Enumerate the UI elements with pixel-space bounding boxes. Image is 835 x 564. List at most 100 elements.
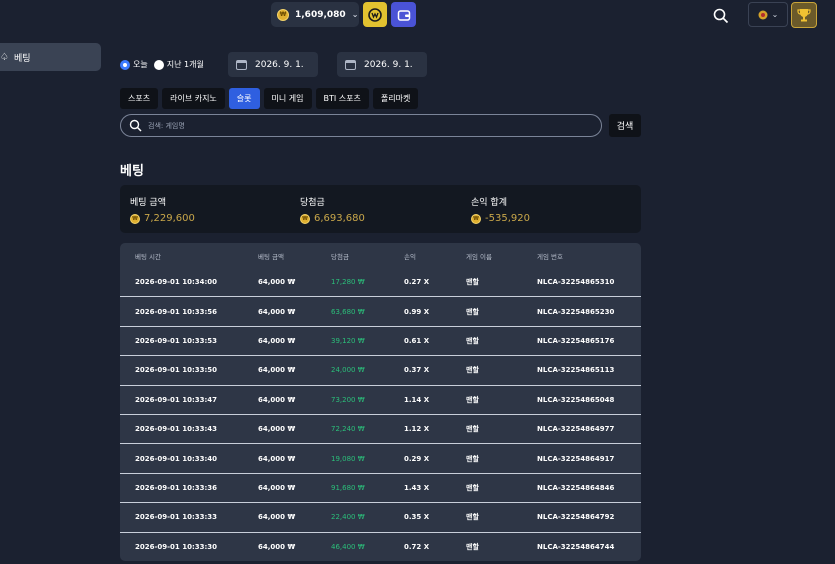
- sidebar-item-betting[interactable]: ♤ 베팅: [0, 43, 101, 71]
- column-header: 베팅 금액: [258, 252, 284, 261]
- cell-winnings: 72,240 ₩: [331, 425, 365, 434]
- table-row[interactable]: 2026-09-01 10:33:33 64,000 ₩ 22,400 ₩ 0.35 …: [120, 503, 641, 533]
- cell-bet-amount: 64,000 ₩: [258, 454, 296, 463]
- table-body: 2026-09-01 10:34:00 64,000 ₩ 17,280 ₩ 0.27 …: [120, 268, 641, 561]
- table-row[interactable]: 2026-09-01 10:33:56 64,000 ₩ 63,680 ₩ 0.99 …: [120, 297, 641, 327]
- cell-game-number: NLCA-32254864744: [537, 543, 615, 552]
- cell-profit-loss: 0.99 X: [404, 307, 430, 316]
- cell-winnings: 63,680 ₩: [331, 307, 365, 316]
- reward-icon: [368, 7, 382, 22]
- bet-history-table: 베팅 시간 베팅 금액 당첨금 손익 게임 이름 게임 번호 2026-09-0…: [120, 243, 641, 561]
- language-dropdown[interactable]: ⌄: [748, 2, 788, 27]
- radio-last-month-label[interactable]: 지난 1개월: [167, 59, 204, 70]
- balance-dropdown[interactable]: ₩ 1,609,080 ⌄: [271, 2, 359, 27]
- cell-bet-time: 2026-09-01 10:33:43: [135, 425, 218, 434]
- cell-winnings: 24,000 ₩: [331, 366, 365, 375]
- table-row[interactable]: 2026-09-01 10:33:47 64,000 ₩ 73,200 ₩ 1.14 …: [120, 386, 641, 415]
- column-header: 게임 번호: [537, 252, 563, 261]
- summary-label: 베팅 금액: [130, 198, 166, 208]
- cell-game-name: 맨할: [466, 336, 479, 345]
- cell-bet-amount: 64,000 ₩: [258, 425, 296, 434]
- cell-winnings: 39,120 ₩: [331, 336, 365, 345]
- cell-profit-loss: 1.43 X: [404, 483, 430, 492]
- sidebar-item-label: 베팅: [13, 53, 31, 64]
- table-row[interactable]: 2026-09-01 10:33:43 64,000 ₩ 72,240 ₩ 1.12 …: [120, 415, 641, 445]
- wallet-button[interactable]: [391, 2, 416, 27]
- cell-profit-loss: 0.61 X: [404, 336, 430, 345]
- cell-game-number: NLCA-32254864977: [537, 425, 615, 434]
- cell-game-number: NLCA-32254865176: [537, 336, 615, 345]
- search-button[interactable]: [712, 7, 730, 25]
- coin-icon: ₩: [130, 213, 140, 224]
- table-row[interactable]: 2026-09-01 10:34:00 64,000 ₩ 17,280 ₩ 0.27 …: [120, 268, 641, 298]
- cell-game-name: 맨할: [466, 513, 479, 522]
- wallet-icon: [397, 9, 410, 21]
- trophy-button[interactable]: [791, 2, 817, 28]
- cell-winnings: 91,680 ₩: [331, 483, 365, 492]
- table-row[interactable]: 2026-09-01 10:33:36 64,000 ₩ 91,680 ₩ 1.43 …: [120, 474, 641, 504]
- summary-winnings: 당첨금 ₩6,693,680: [300, 195, 365, 224]
- cell-bet-amount: 64,000 ₩: [258, 366, 296, 375]
- cell-game-name: 맨할: [466, 483, 479, 492]
- table-header: 베팅 시간 베팅 금액 당첨금 손익 게임 이름 게임 번호: [120, 243, 641, 268]
- cell-bet-amount: 64,000 ₩: [258, 278, 296, 287]
- cell-winnings: 46,400 ₩: [331, 543, 365, 552]
- balance-amount: 1,609,080: [295, 9, 346, 20]
- summary-label: 손익 합계: [471, 198, 507, 208]
- tab-live-casino[interactable]: 라이브 카지노: [162, 88, 225, 109]
- search-icon: [129, 119, 142, 132]
- search-field: [120, 114, 602, 137]
- calendar-icon: [345, 59, 356, 70]
- page-title: 베팅: [120, 164, 144, 179]
- tab-polymarket[interactable]: 폴리마켓: [372, 88, 419, 109]
- tab-bti-sports[interactable]: BTI 스포츠: [315, 88, 369, 109]
- reward-button[interactable]: [363, 2, 387, 27]
- cell-profit-loss: 1.12 X: [404, 425, 430, 434]
- column-header: 당첨금: [331, 252, 349, 261]
- cell-game-number: NLCA-32254864917: [537, 454, 615, 463]
- cell-winnings: 73,200 ₩: [331, 395, 365, 404]
- tab-mini-game[interactable]: 미니 게임: [263, 88, 312, 109]
- cell-bet-time: 2026-09-01 10:33:50: [135, 366, 218, 375]
- cell-bet-time: 2026-09-01 10:33:53: [135, 336, 218, 345]
- cell-winnings: 19,080 ₩: [331, 454, 365, 463]
- cell-winnings: 17,280 ₩: [331, 278, 365, 287]
- summary-profit-loss: 손익 합계 ₩ -535,920: [471, 195, 530, 224]
- coin-icon: ₩: [300, 213, 310, 224]
- cell-bet-time: 2026-09-01 10:33:33: [135, 513, 218, 522]
- search-submit-button[interactable]: 검색: [609, 114, 641, 137]
- summary-value: -535,920: [485, 213, 530, 224]
- summary-panel: 베팅 금액 ₩7,229,600 당첨금 ₩6,693,680 손익 합계 ₩ -…: [120, 185, 641, 233]
- table-row[interactable]: 2026-09-01 10:33:30 64,000 ₩ 46,400 ₩ 0.72 …: [120, 533, 641, 561]
- table-row[interactable]: 2026-09-01 10:33:50 64,000 ₩ 24,000 ₩ 0.37 …: [120, 356, 641, 386]
- cell-game-name: 맨할: [466, 543, 479, 552]
- date-to-input[interactable]: 2026. 9. 1.: [337, 52, 427, 77]
- summary-bet-amount: 베팅 금액 ₩7,229,600: [130, 195, 195, 224]
- tab-sports[interactable]: 스포츠: [120, 88, 159, 109]
- cell-game-name: 맨할: [466, 395, 479, 404]
- radio-today-label[interactable]: 오늘: [133, 59, 148, 70]
- table-row[interactable]: 2026-09-01 10:33:53 64,000 ₩ 39,120 ₩ 0.61 …: [120, 327, 641, 357]
- summary-label: 당첨금: [300, 198, 325, 208]
- date-from-input[interactable]: 2026. 9. 1.: [228, 52, 318, 77]
- cell-bet-time: 2026-09-01 10:33:30: [135, 543, 218, 552]
- column-header: 손익: [404, 252, 416, 261]
- cell-winnings: 22,400 ₩: [331, 513, 365, 522]
- cell-bet-time: 2026-09-01 10:33:40: [135, 454, 218, 463]
- cell-game-name: 맨할: [466, 425, 479, 434]
- cell-bet-amount: 64,000 ₩: [258, 543, 296, 552]
- top-bar: ₩ 1,609,080 ⌄ ⌄: [0, 0, 835, 30]
- tab-slots[interactable]: 슬롯: [228, 88, 260, 109]
- cell-game-name: 맨할: [466, 454, 479, 463]
- cell-profit-loss: 0.35 X: [404, 513, 430, 522]
- bet-icon: ♤: [0, 51, 9, 63]
- cell-game-number: NLCA-32254865113: [537, 366, 615, 375]
- search-input[interactable]: [148, 121, 548, 130]
- radio-last-month[interactable]: [153, 59, 164, 70]
- radio-today[interactable]: [120, 59, 130, 70]
- table-row[interactable]: 2026-09-01 10:33:40 64,000 ₩ 19,080 ₩ 0.29 …: [120, 444, 641, 474]
- cell-game-name: 맨할: [466, 366, 479, 375]
- coin-icon: ₩: [277, 8, 289, 21]
- date-from-value: 2026. 9. 1.: [255, 59, 304, 70]
- calendar-icon: [236, 59, 247, 70]
